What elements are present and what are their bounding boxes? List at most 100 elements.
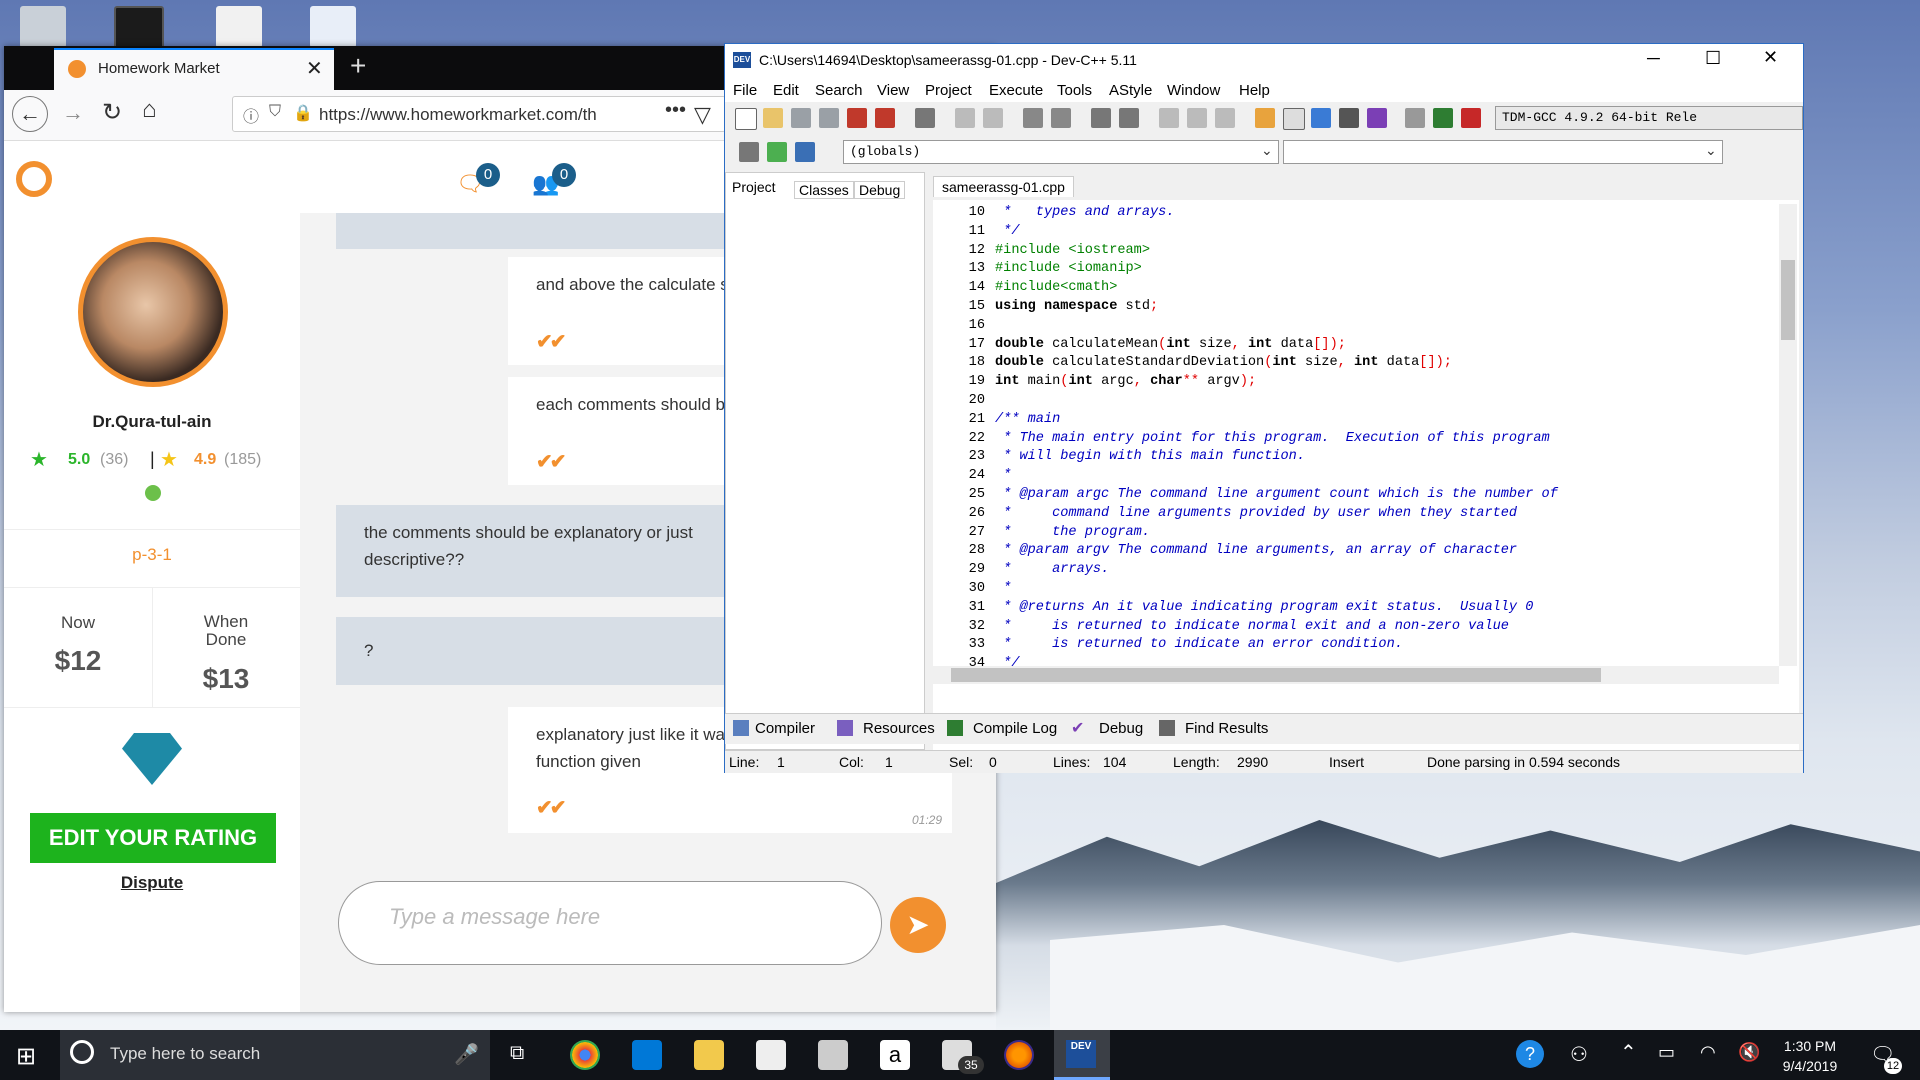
windows-start-icon[interactable]: ⊞ [16, 1042, 36, 1071]
menu-file[interactable]: File [733, 82, 757, 99]
amazon-icon[interactable]: a [880, 1040, 910, 1070]
profile-icon[interactable] [1461, 108, 1481, 128]
message-input[interactable]: Type a message here [338, 881, 882, 965]
chevron-down-icon[interactable]: ⌄ [1261, 142, 1273, 159]
volume-muted-icon[interactable]: 🔇 [1738, 1042, 1760, 1063]
word-file-icon[interactable] [310, 6, 356, 48]
horizontal-scrollbar[interactable] [933, 666, 1779, 684]
replace-icon[interactable] [1051, 108, 1071, 128]
chevron-down-icon[interactable]: ⌄ [1705, 142, 1717, 159]
indent-icon[interactable] [1091, 108, 1111, 128]
bookmark-icon[interactable] [1215, 108, 1235, 128]
scrollbar-thumb[interactable] [1781, 260, 1795, 340]
code-editor[interactable]: sameerassg-01.cpp 10 11 12 13 14 15 16 17 18 19 20… [933, 172, 1799, 750]
menu-help[interactable]: Help [1239, 82, 1270, 99]
menu-view[interactable]: View [877, 82, 909, 99]
firefox-icon[interactable] [1004, 1040, 1034, 1070]
code-text[interactable]: * types and arrays. */ #include <iostrea… [995, 204, 1775, 666]
home-icon[interactable]: ⌂ [142, 96, 157, 124]
find-icon[interactable] [1023, 108, 1043, 128]
tab-classes[interactable]: Classes [794, 181, 854, 199]
menu-tools[interactable]: Tools [1057, 82, 1092, 99]
grid-icon[interactable] [1339, 108, 1359, 128]
compile-run-icon[interactable] [795, 142, 815, 162]
reload-icon[interactable]: ↻ [102, 98, 122, 127]
people-icon[interactable]: ⚇ [1570, 1042, 1588, 1067]
close-file-icon[interactable] [847, 108, 867, 128]
run-icon[interactable] [767, 142, 787, 162]
back-icon[interactable] [1159, 108, 1179, 128]
devcpp-taskbar-button[interactable]: DEV [1054, 1030, 1110, 1080]
forward-icon[interactable] [1187, 108, 1207, 128]
edit-rating-button[interactable]: EDIT YOUR RATING [30, 813, 276, 863]
page-actions-icon[interactable]: ••• [665, 99, 686, 122]
task-view-icon[interactable]: ⧉ [510, 1042, 524, 1065]
tab-project[interactable]: Project [732, 179, 776, 195]
forward-icon[interactable]: → [62, 100, 84, 126]
window-icon[interactable] [1283, 108, 1305, 130]
taskbar-search[interactable]: Type here to search 🎤 [60, 1030, 490, 1080]
project-id[interactable]: p-3-1 [4, 545, 300, 565]
layout-icon[interactable] [1311, 108, 1331, 128]
scope-select[interactable]: (globals) [843, 140, 1279, 164]
menu-astyle[interactable]: AStyle [1109, 82, 1152, 99]
close-icon[interactable]: ✕ [1763, 47, 1778, 68]
recycle-bin-icon[interactable] [20, 6, 66, 48]
tab-compile-log[interactable]: Compile Log [973, 720, 1057, 737]
wifi-icon[interactable]: ◠ [1700, 1042, 1716, 1063]
check-syntax-icon[interactable] [1367, 108, 1387, 128]
pdf-file-icon[interactable] [216, 6, 262, 48]
info-icon[interactable]: ⓘ [243, 103, 259, 127]
menu-window[interactable]: Window [1167, 82, 1220, 99]
minimize-icon[interactable]: ─ [1647, 48, 1660, 69]
save-icon[interactable] [791, 108, 811, 128]
chart-icon[interactable] [1433, 108, 1453, 128]
close-all-icon[interactable] [875, 108, 895, 128]
menu-search[interactable]: Search [815, 82, 863, 99]
vertical-scrollbar[interactable] [1779, 204, 1797, 666]
print-icon[interactable] [915, 108, 935, 128]
menu-project[interactable]: Project [925, 82, 972, 99]
edge-icon[interactable] [632, 1040, 662, 1070]
new-file-icon[interactable] [735, 108, 757, 130]
send-button[interactable]: ➤ [890, 897, 946, 953]
menu-execute[interactable]: Execute [989, 82, 1043, 99]
url-text[interactable]: https://www.homeworkmarket.com/th [319, 105, 619, 125]
symbol-select[interactable] [1283, 140, 1723, 164]
unindent-icon[interactable] [1119, 108, 1139, 128]
close-tab-icon[interactable]: ✕ [306, 56, 323, 81]
new-tab-icon[interactable]: + [350, 50, 366, 82]
dispute-link[interactable]: Dispute [4, 873, 300, 893]
scrollbar-thumb[interactable] [951, 668, 1601, 682]
file-explorer-icon[interactable] [694, 1040, 724, 1070]
browser-tab[interactable]: Homework Market ✕ [54, 48, 334, 90]
redo-icon[interactable] [983, 108, 1003, 128]
compiler-select[interactable]: TDM-GCC 4.9.2 64-bit Rele [1495, 106, 1803, 130]
tab-resources[interactable]: Resources [863, 720, 935, 737]
pocket-icon[interactable]: ▽ [694, 102, 711, 128]
microphone-icon[interactable]: 🎤 [454, 1042, 479, 1067]
tab-find-results[interactable]: Find Results [1185, 720, 1268, 737]
help-icon[interactable]: ? [1516, 1040, 1544, 1068]
dropbox-icon[interactable] [818, 1040, 848, 1070]
stop-icon[interactable] [1405, 108, 1425, 128]
back-icon[interactable]: ← [12, 96, 48, 132]
save-all-icon[interactable] [819, 108, 839, 128]
maximize-icon[interactable]: ☐ [1705, 48, 1721, 69]
open-file-icon[interactable] [763, 108, 783, 128]
battery-icon[interactable]: ▭ [1658, 1042, 1675, 1063]
clock[interactable]: 1:30 PM 9/4/2019 [1770, 1036, 1850, 1076]
undo-icon[interactable] [955, 108, 975, 128]
shield-icon[interactable]: ⛉ [269, 103, 281, 121]
tab-debug[interactable]: Debug [854, 181, 906, 199]
compile-icon[interactable] [739, 142, 759, 162]
chrome-icon[interactable] [570, 1040, 600, 1070]
site-logo-icon[interactable] [16, 161, 52, 197]
url-bar[interactable]: ⓘ ⛉ 🔒 https://www.homeworkmarket.com/th … [232, 96, 726, 132]
tab-debug-bottom[interactable]: Debug [1099, 720, 1143, 737]
chevron-up-icon[interactable]: ⌃ [1620, 1040, 1637, 1065]
store-icon[interactable] [756, 1040, 786, 1070]
file-tab[interactable]: sameerassg-01.cpp [933, 176, 1074, 197]
new-project-icon[interactable] [1255, 108, 1275, 128]
tab-compiler[interactable]: Compiler [755, 720, 815, 737]
